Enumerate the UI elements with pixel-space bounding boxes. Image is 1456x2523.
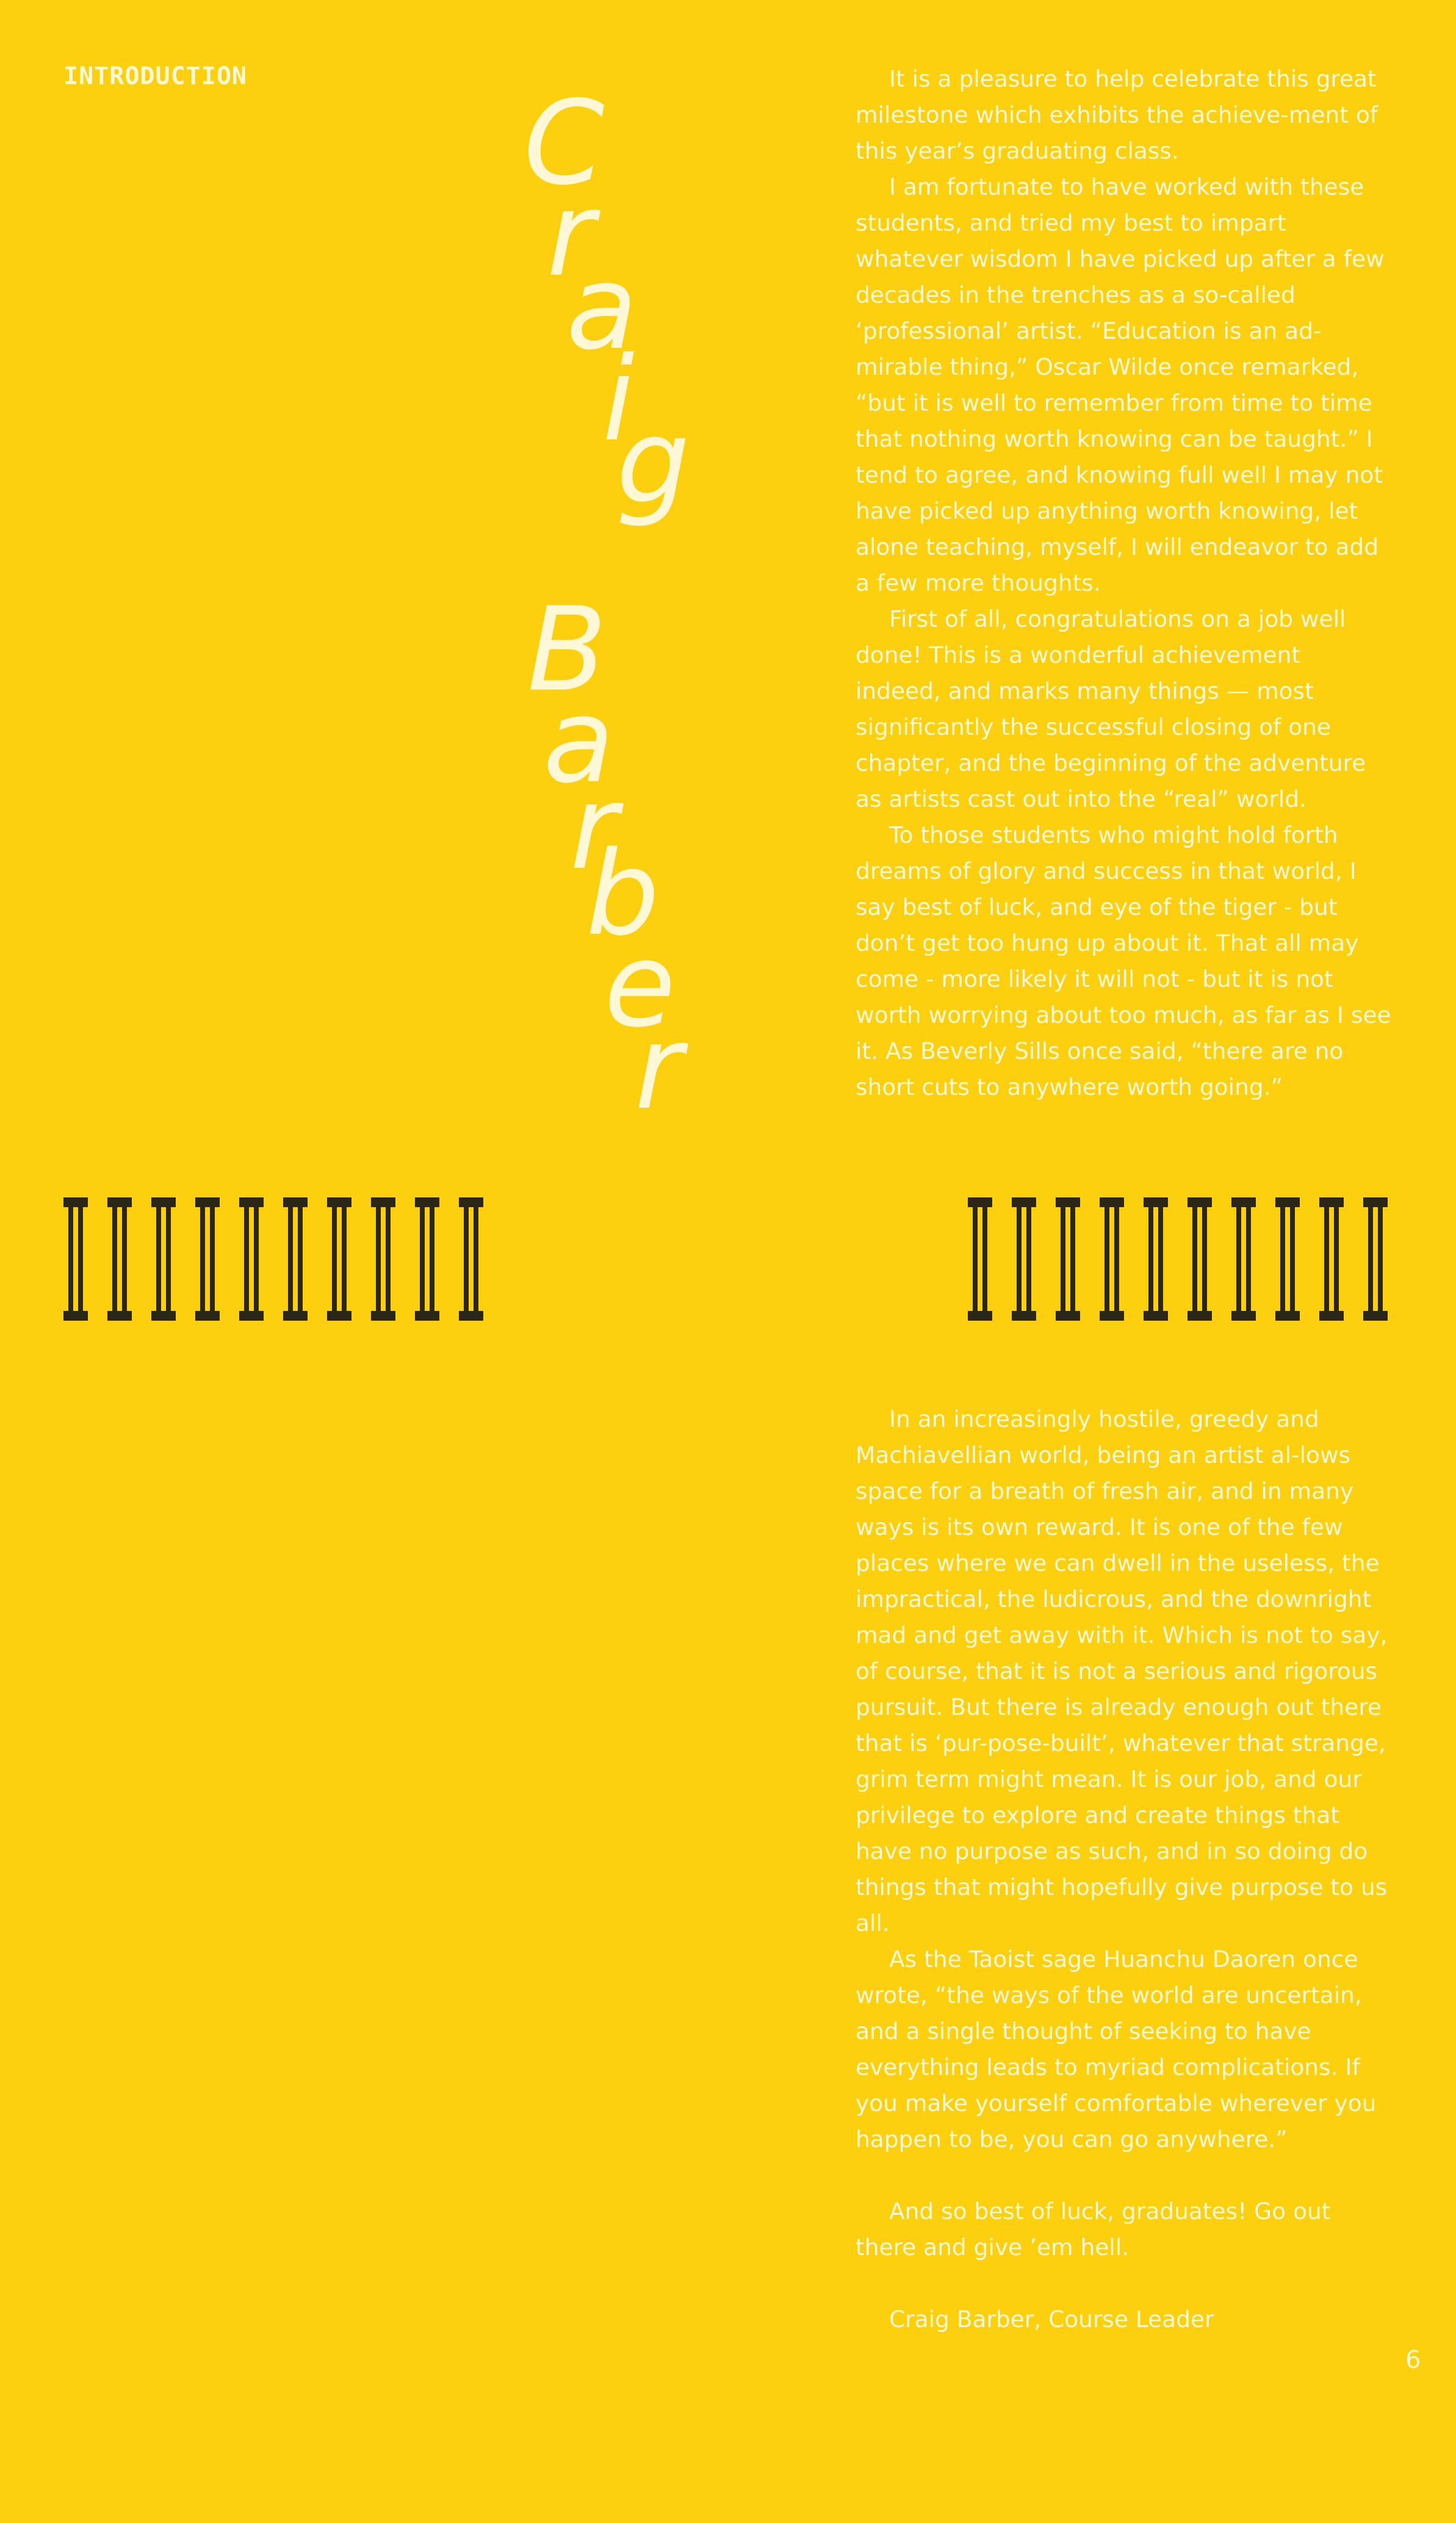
intro-text-top: It is a pleasure to help celebrate this …	[856, 61, 1393, 1105]
ornament-row-left	[63, 1197, 503, 1321]
pillar-icon	[151, 1197, 176, 1321]
pillar-icon	[107, 1197, 132, 1321]
pillar-icon	[195, 1197, 220, 1321]
pillar-icon	[63, 1197, 88, 1321]
pillar-icon	[1319, 1197, 1344, 1321]
pillar-icon	[1188, 1197, 1212, 1321]
pillar-icon	[459, 1197, 483, 1321]
pillar-icon	[1100, 1197, 1124, 1321]
signature: Craig Barber, Course Leader	[889, 2306, 1214, 2333]
pillar-icon	[1144, 1197, 1168, 1321]
paragraph: As the Taoist sage Huanchu Daoren once w…	[856, 1946, 1377, 2153]
pillar-icon	[371, 1197, 395, 1321]
intro-text-bottom: In an increasingly hostile, greedy and M…	[856, 1401, 1393, 2337]
pillar-icon	[415, 1197, 439, 1321]
paragraph: To those students who might hold forth d…	[856, 821, 1391, 1100]
paragraph: In an increasingly hostile, greedy and M…	[856, 1406, 1388, 1936]
pillar-icon	[239, 1197, 264, 1321]
paragraph: And so best of luck, graduates! Go out t…	[856, 2198, 1331, 2261]
paragraph: It is a pleasure to help celebrate this …	[856, 65, 1378, 164]
pillar-icon	[1056, 1197, 1080, 1321]
page-number: 6	[1405, 2346, 1421, 2374]
pillar-icon	[283, 1197, 308, 1321]
pillar-icon	[968, 1197, 992, 1321]
pillar-icon	[1275, 1197, 1300, 1321]
pillar-icon	[1012, 1197, 1036, 1321]
paragraph: First of all, congratulations on a job w…	[856, 605, 1366, 812]
ornament-row-right	[968, 1197, 1407, 1321]
paragraph: I am fortunate to have worked with these…	[856, 173, 1385, 596]
name-letter-g: g	[616, 394, 690, 529]
pillar-icon	[1231, 1197, 1256, 1321]
pillar-icon	[327, 1197, 351, 1321]
section-label: INTRODUCTION	[63, 62, 247, 90]
pillar-icon	[1363, 1197, 1388, 1321]
name-letter-r3: r	[635, 1000, 683, 1135]
